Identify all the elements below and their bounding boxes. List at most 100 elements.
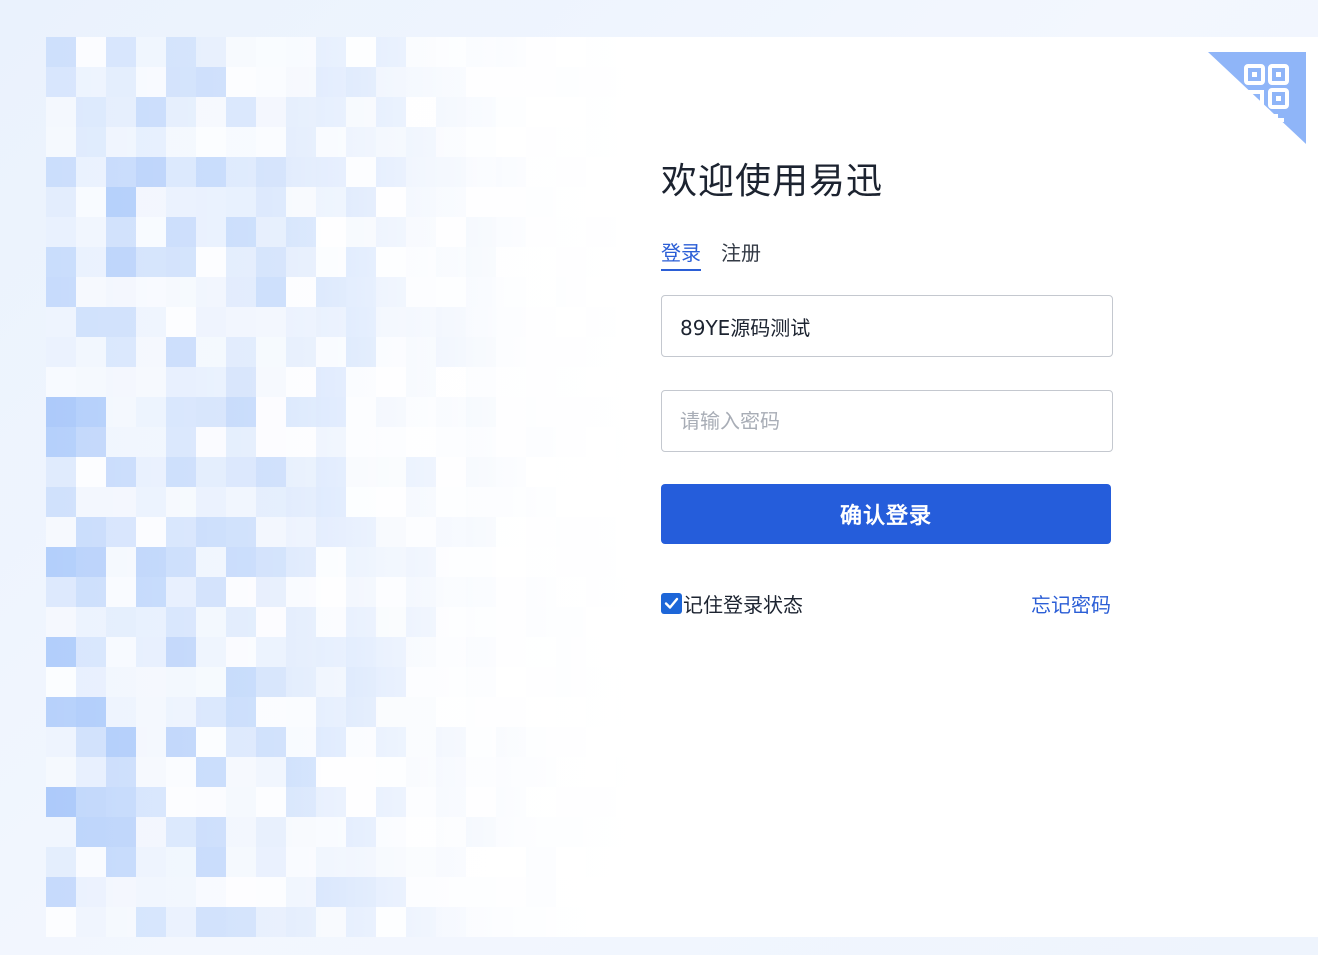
mosaic-tile xyxy=(196,727,226,757)
mosaic-tile xyxy=(346,517,376,547)
mosaic-tile xyxy=(226,787,256,817)
mosaic-tile xyxy=(46,547,76,577)
mosaic-tile xyxy=(106,727,136,757)
mosaic-tile xyxy=(616,457,646,487)
mosaic-tile xyxy=(76,727,106,757)
mosaic-tile xyxy=(556,67,586,97)
mosaic-tile xyxy=(376,697,406,727)
mosaic-tile xyxy=(616,637,646,667)
mosaic-tile xyxy=(466,517,496,547)
mosaic-tile xyxy=(166,817,196,847)
mosaic-tile xyxy=(406,697,436,727)
mosaic-tile xyxy=(526,907,556,937)
mosaic-tile xyxy=(406,817,436,847)
mosaic-tile xyxy=(46,847,76,877)
mosaic-tile xyxy=(436,757,466,787)
username-field-wrapper xyxy=(661,295,1113,357)
mosaic-tile xyxy=(286,217,316,247)
mosaic-tile xyxy=(46,457,76,487)
mosaic-tile xyxy=(376,877,406,907)
mosaic-tile xyxy=(406,337,436,367)
mosaic-tile xyxy=(166,487,196,517)
mosaic-tile xyxy=(346,787,376,817)
mosaic-tile xyxy=(196,277,226,307)
mosaic-tile xyxy=(256,517,286,547)
mosaic-tile xyxy=(46,817,76,847)
tab-register[interactable]: 注册 xyxy=(721,239,761,275)
qr-code-icon xyxy=(1208,52,1306,144)
mosaic-tile xyxy=(196,517,226,547)
mosaic-tile xyxy=(256,877,286,907)
mosaic-tile xyxy=(46,97,76,127)
mosaic-tile xyxy=(226,547,256,577)
mosaic-tile xyxy=(316,637,346,667)
mosaic-tile xyxy=(316,697,346,727)
mosaic-tile xyxy=(316,367,346,397)
login-submit-button[interactable]: 确认登录 xyxy=(661,484,1111,544)
mosaic-tile xyxy=(76,787,106,817)
mosaic-tile xyxy=(466,217,496,247)
auth-tabs: 登录 注册 xyxy=(661,239,1113,275)
mosaic-tile xyxy=(286,157,316,187)
mosaic-tile xyxy=(286,337,316,367)
mosaic-tile xyxy=(406,427,436,457)
password-input[interactable] xyxy=(678,408,1096,434)
mosaic-tile xyxy=(346,487,376,517)
remember-me-toggle[interactable]: 记住登录状态 xyxy=(661,589,803,618)
mosaic-tile xyxy=(586,667,616,697)
mosaic-tile xyxy=(586,187,616,217)
mosaic-tile xyxy=(46,697,76,727)
mosaic-tile xyxy=(136,757,166,787)
mosaic-tile xyxy=(346,547,376,577)
mosaic-tile xyxy=(586,127,616,157)
forgot-password-link[interactable]: 忘记密码 xyxy=(1031,589,1111,618)
mosaic-tile xyxy=(526,367,556,397)
mosaic-tile xyxy=(616,577,646,607)
tab-login[interactable]: 登录 xyxy=(661,239,701,271)
mosaic-tile xyxy=(436,727,466,757)
mosaic-tile xyxy=(76,607,106,637)
mosaic-tile xyxy=(586,517,616,547)
mosaic-tile xyxy=(586,247,616,277)
mosaic-tile xyxy=(166,517,196,547)
mosaic-tile xyxy=(586,907,616,937)
mosaic-tile xyxy=(286,637,316,667)
mosaic-tile xyxy=(526,817,556,847)
mosaic-tile xyxy=(556,457,586,487)
mosaic-tile xyxy=(526,607,556,637)
mosaic-tile xyxy=(136,637,166,667)
mosaic-tile xyxy=(316,487,346,517)
mosaic-tile xyxy=(556,727,586,757)
mosaic-tile xyxy=(436,397,466,427)
username-input[interactable] xyxy=(678,313,1096,339)
mosaic-tile xyxy=(76,37,106,67)
qr-login-toggle[interactable] xyxy=(1208,52,1306,144)
mosaic-tile xyxy=(346,907,376,937)
mosaic-tile xyxy=(46,37,76,67)
mosaic-tile xyxy=(76,397,106,427)
mosaic-tile xyxy=(316,667,346,697)
mosaic-tile xyxy=(136,907,166,937)
mosaic-tile xyxy=(316,187,346,217)
mosaic-tile xyxy=(496,877,526,907)
mosaic-tile xyxy=(586,67,616,97)
mosaic-tile xyxy=(466,847,496,877)
mosaic-tile xyxy=(586,217,616,247)
mosaic-tile xyxy=(496,217,526,247)
mosaic-tile xyxy=(496,67,526,97)
mosaic-tile xyxy=(166,607,196,637)
mosaic-tile xyxy=(46,517,76,547)
mosaic-tile xyxy=(406,127,436,157)
mosaic-tile xyxy=(616,487,646,517)
remember-me-checkbox[interactable] xyxy=(661,593,682,614)
mosaic-tile xyxy=(466,277,496,307)
mosaic-tile xyxy=(466,397,496,427)
mosaic-tile xyxy=(526,457,556,487)
mosaic-tile xyxy=(496,607,526,637)
mosaic-tile xyxy=(556,547,586,577)
mosaic-tile xyxy=(136,37,166,67)
mosaic-tile xyxy=(136,217,166,247)
mosaic-tile xyxy=(376,67,406,97)
mosaic-tile xyxy=(346,367,376,397)
mosaic-tile xyxy=(586,847,616,877)
